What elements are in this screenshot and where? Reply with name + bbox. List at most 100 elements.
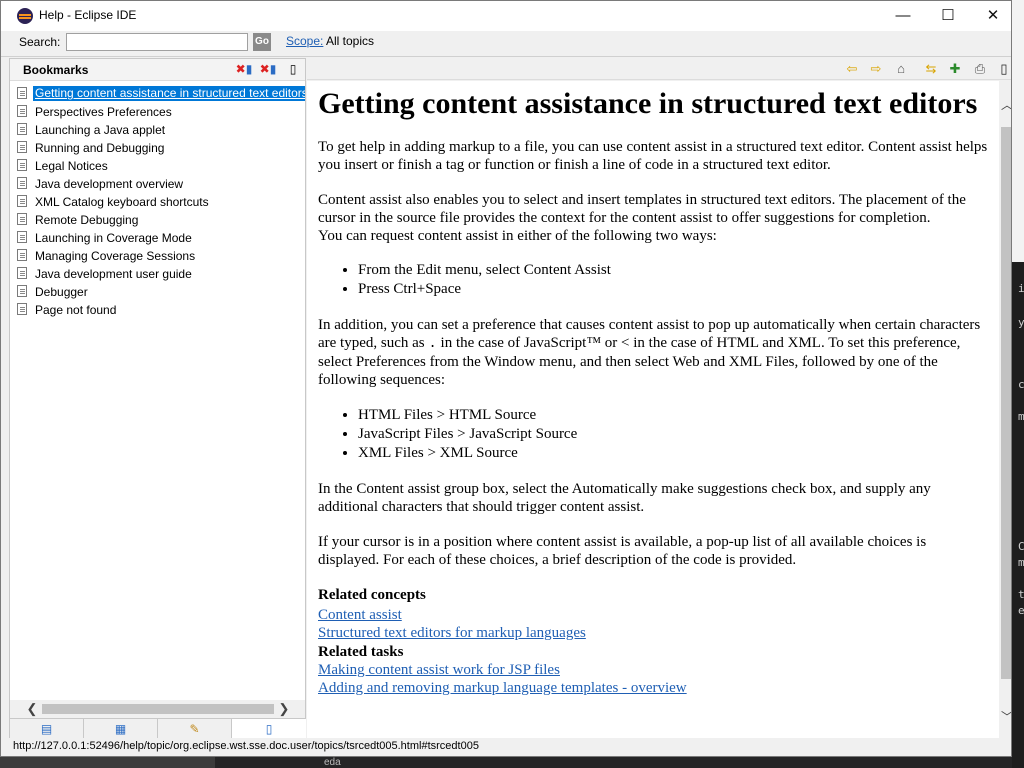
bookmark-item[interactable]: Debugger <box>14 283 305 301</box>
show-in-contents-icon[interactable]: ⇆ <box>922 60 940 78</box>
home-icon[interactable]: ⌂ <box>892 60 910 78</box>
maximize-view-icon[interactable]: ▯ <box>284 61 302 77</box>
search-bar: Search: Go Scope: All topics <box>1 31 1011 55</box>
contents-icon: ▤ <box>40 722 53 736</box>
bookmark-item[interactable]: Perspectives Preferences <box>14 103 305 121</box>
document-icon <box>17 249 27 261</box>
go-button[interactable]: Go <box>253 33 271 51</box>
bookmarks-title: Bookmarks <box>23 63 89 77</box>
search-results-icon: ✎ <box>189 722 200 736</box>
divider <box>1 56 1011 57</box>
related-task-link[interactable]: Making content assist work for JSP files <box>318 661 988 679</box>
document-icon <box>17 105 27 117</box>
document-icon <box>17 213 27 225</box>
scroll-right-icon[interactable]: ❯ <box>276 700 292 718</box>
scroll-up-icon[interactable]: ︿ <box>999 97 1011 113</box>
bg-char: t <box>1018 588 1024 601</box>
tab-contents[interactable]: ▤ <box>10 719 84 739</box>
bookmarks-pane: Bookmarks ✖▮ ✖▮ ▯ Getting content assist… <box>9 58 306 739</box>
bookmarks-list: Getting content assistance in structured… <box>14 85 305 319</box>
print-icon[interactable]: ⎙ <box>971 60 989 78</box>
document-icon <box>17 303 27 315</box>
bg-char: e <box>1018 604 1024 617</box>
document-icon <box>17 177 27 189</box>
related-task-link[interactable]: Adding and removing markup language temp… <box>318 679 988 697</box>
related-concept-link[interactable]: Content assist <box>318 606 988 624</box>
bookmarks-icon: ▯ <box>265 722 273 736</box>
bookmark-item[interactable]: Java development overview <box>14 175 305 193</box>
list-item: JavaScript Files > JavaScript Source <box>358 425 988 444</box>
horizontal-scrollbar[interactable]: ❮ ❯ <box>10 700 305 718</box>
close-button[interactable]: ✕ <box>970 1 1011 31</box>
content-toolbar: ⇦ ⇨ ⌂ ⇆ ✚ ⎙ ▯ <box>307 58 1011 80</box>
status-bar: http://127.0.0.1:52496/help/topic/org.ec… <box>1 738 1011 756</box>
tab-bookmarks[interactable]: ▯ <box>232 719 306 739</box>
help-content: Getting content assistance in structured… <box>307 81 999 738</box>
list-item: XML Files > XML Source <box>358 444 988 463</box>
bg-char: m <box>1018 410 1024 423</box>
tab-index[interactable]: ▦ <box>84 719 158 739</box>
related-concepts-heading: Related concepts <box>318 587 426 603</box>
bookmark-item[interactable]: Launching a Java applet <box>14 121 305 139</box>
document-icon <box>17 267 27 279</box>
document-icon <box>17 141 27 153</box>
bookmark-item[interactable]: Running and Debugging <box>14 139 305 157</box>
bookmarks-header: Bookmarks ✖▮ ✖▮ ▯ <box>10 59 305 81</box>
scope-link[interactable]: Scope: <box>286 34 323 48</box>
related-tasks-heading: Related tasks <box>318 644 404 660</box>
paragraph: If your cursor is in a position where co… <box>318 534 927 568</box>
minimize-button[interactable]: — <box>880 1 926 31</box>
maximize-content-icon[interactable]: ▯ <box>995 60 1011 78</box>
bookmark-item[interactable]: Remote Debugging <box>14 211 305 229</box>
tab-search-results[interactable]: ✎ <box>158 719 232 739</box>
status-url: http://127.0.0.1:52496/help/topic/org.ec… <box>13 740 479 752</box>
index-icon: ▦ <box>114 722 127 736</box>
bg-char: m <box>1018 556 1024 569</box>
scrollbar-thumb[interactable] <box>1001 127 1011 679</box>
vertical-scrollbar[interactable]: ︿ ﹀ <box>999 81 1011 738</box>
bookmark-item[interactable]: Managing Coverage Sessions <box>14 247 305 265</box>
scrollbar-thumb[interactable] <box>42 704 274 714</box>
bookmark-item[interactable]: Launching in Coverage Mode <box>14 229 305 247</box>
related-concept-link[interactable]: Structured text editors for markup langu… <box>318 624 988 642</box>
back-icon[interactable]: ⇦ <box>843 60 861 78</box>
bookmark-item[interactable]: Legal Notices <box>14 157 305 175</box>
list-item: Press Ctrl+Space <box>358 280 988 299</box>
title-bar: Help - Eclipse IDE — ☐ ✕ <box>1 1 1011 31</box>
document-icon <box>17 87 27 99</box>
ways-list: From the Edit menu, select Content Assis… <box>358 261 988 299</box>
paragraph: To get help in adding markup to a file, … <box>318 139 988 173</box>
help-window: Help - Eclipse IDE — ☐ ✕ Search: Go Scop… <box>0 0 1012 757</box>
sequences-list: HTML Files > HTML Source JavaScript File… <box>358 406 988 463</box>
background-taskbar-fragment: eda <box>0 757 1012 768</box>
bookmark-item[interactable]: XML Catalog keyboard shortcuts <box>14 193 305 211</box>
delete-all-bookmarks-icon[interactable]: ✖▮ <box>259 61 277 77</box>
list-item: HTML Files > HTML Source <box>358 406 988 425</box>
document-icon <box>17 123 27 135</box>
bookmark-item[interactable]: Java development user guide <box>14 265 305 283</box>
window-title: Help - Eclipse IDE <box>39 8 137 22</box>
content-pane: ⇦ ⇨ ⌂ ⇆ ✚ ⎙ ▯ Getting content assistance… <box>307 58 1011 738</box>
document-icon <box>17 159 27 171</box>
document-icon <box>17 285 27 297</box>
scope-value: All topics <box>326 34 375 48</box>
scroll-down-icon[interactable]: ﹀ <box>999 709 1011 725</box>
search-label: Search: <box>19 35 61 49</box>
document-icon <box>17 231 27 243</box>
maximize-button[interactable]: ☐ <box>925 1 971 31</box>
bg-char: C <box>1018 540 1024 553</box>
list-item: From the Edit menu, select Content Assis… <box>358 261 988 280</box>
scroll-left-icon[interactable]: ❮ <box>24 700 40 718</box>
bookmark-document-icon[interactable]: ✚ <box>946 60 964 78</box>
page-title: Getting content assistance in structured… <box>318 87 978 120</box>
view-tabs: ▤ ▦ ✎ ▯ <box>10 718 306 739</box>
paragraph: You can request content assist in either… <box>318 228 717 244</box>
delete-bookmark-icon[interactable]: ✖▮ <box>235 61 253 77</box>
eclipse-logo-icon <box>17 8 33 24</box>
bookmark-item[interactable]: Getting content assistance in structured… <box>14 85 305 103</box>
forward-icon[interactable]: ⇨ <box>867 60 885 78</box>
bookmark-item[interactable]: Page not found <box>14 301 305 319</box>
document-icon <box>17 195 27 207</box>
background-window-fragment: i y c m C m t e <box>1012 0 1024 768</box>
search-input[interactable] <box>66 33 248 51</box>
